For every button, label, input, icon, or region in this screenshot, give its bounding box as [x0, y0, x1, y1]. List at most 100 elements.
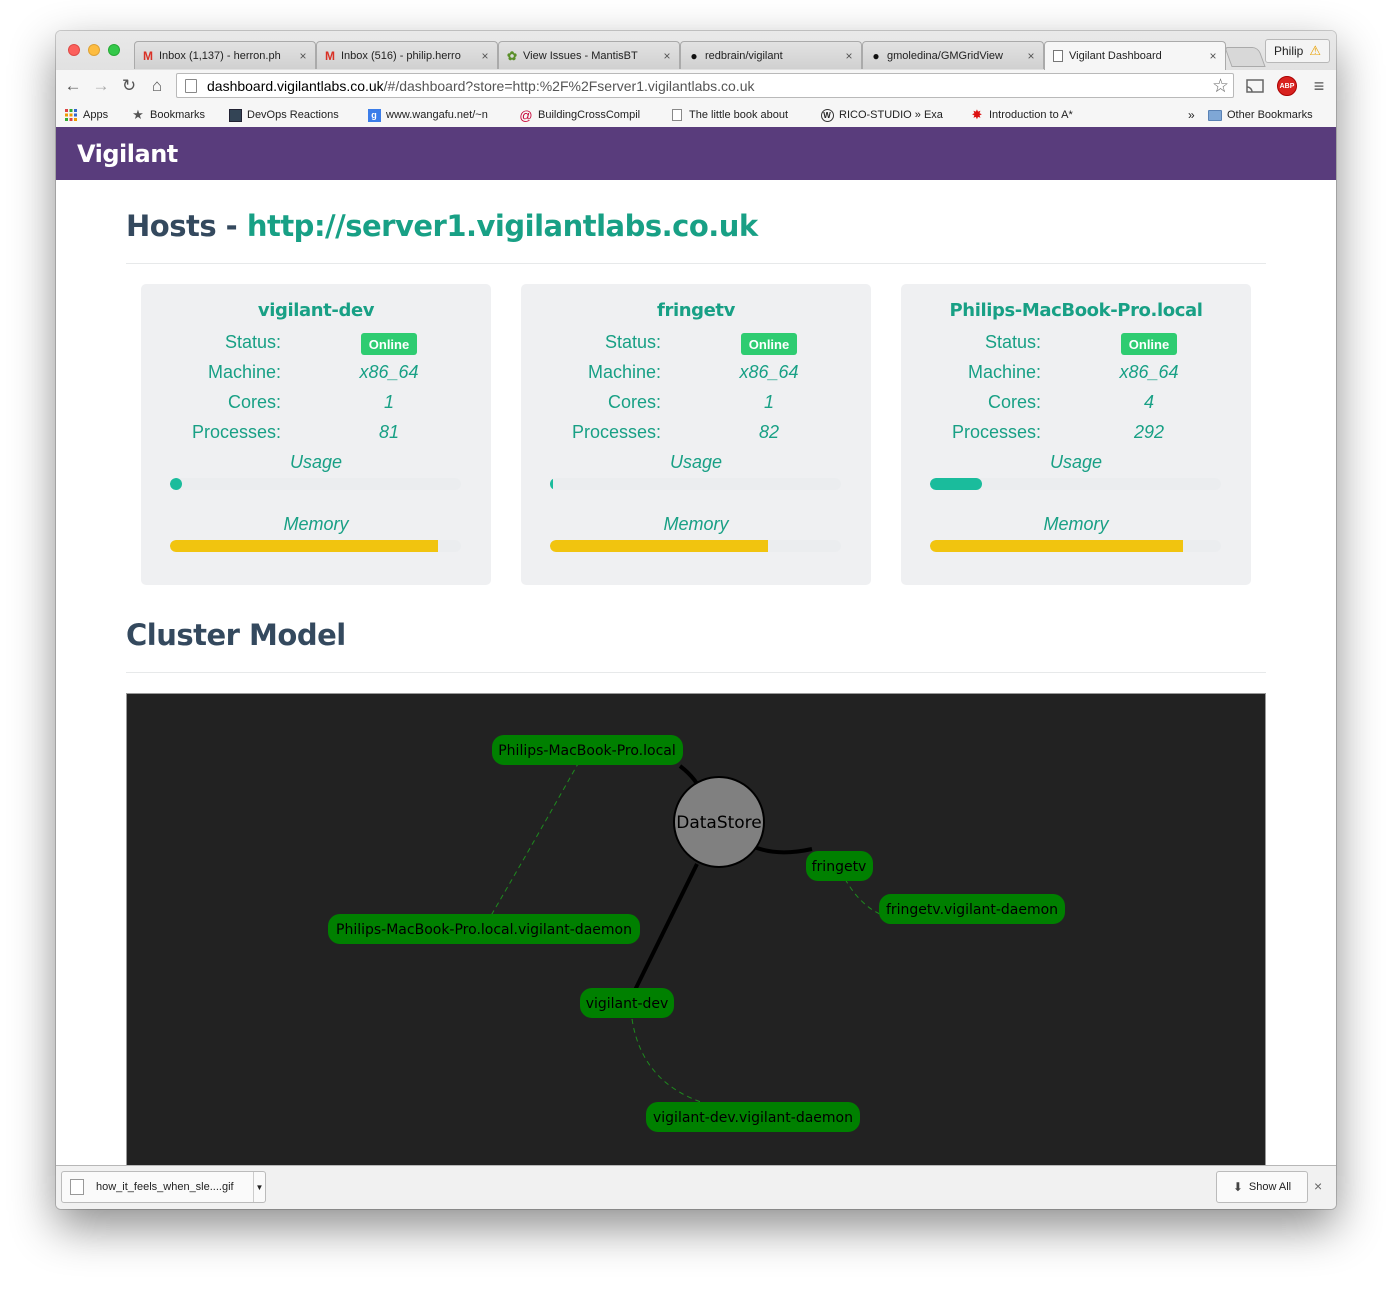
divider	[126, 672, 1266, 673]
site-icon	[228, 108, 242, 122]
show-all-downloads-button[interactable]: ⬇ Show All	[1216, 1171, 1308, 1203]
star-icon: ★	[132, 107, 144, 122]
download-item[interactable]: how_it_feels_when_sle....gif ▼	[61, 1171, 266, 1203]
host-name: Philips-MacBook-Pro.local	[949, 300, 1203, 321]
tab-close-icon[interactable]: ×	[1025, 49, 1037, 63]
tab-close-icon[interactable]: ×	[661, 49, 673, 63]
bookmark-intro-astar[interactable]: ✸ Introduction to A*	[970, 106, 1073, 124]
debian-icon: @	[519, 107, 533, 123]
bookmark-devops-reactions[interactable]: DevOps Reactions	[228, 106, 339, 124]
cast-icon[interactable]	[1244, 75, 1266, 97]
browser-window: M Inbox (1,137) - herron.ph × M Inbox (5…	[56, 31, 1336, 1209]
wordpress-icon: W	[820, 108, 834, 122]
bookmark-bookmarks[interactable]: ★ Bookmarks	[131, 106, 205, 124]
usage-bar	[550, 478, 841, 490]
usage-bar-fill	[550, 478, 553, 490]
bookmark-star-icon[interactable]: ☆	[1212, 75, 1229, 98]
minimize-window-button[interactable]	[88, 44, 100, 56]
gmail-icon: M	[143, 48, 153, 63]
page-content: Vigilant Hosts - http://server1.vigilant…	[56, 127, 1336, 1165]
browser-chrome: M Inbox (1,137) - herron.ph × M Inbox (5…	[56, 31, 1336, 127]
cluster-node-label: fringetv	[812, 859, 867, 875]
bookmark-wangafu[interactable]: g www.wangafu.net/~n	[367, 106, 507, 124]
machine-value: x86_64	[359, 362, 419, 382]
warning-icon: ⚠	[1309, 43, 1321, 58]
tab-vigilant-dashboard[interactable]: Vigilant Dashboard ×	[1044, 41, 1226, 70]
close-window-button[interactable]	[68, 44, 80, 56]
reload-icon[interactable]: ↻	[118, 75, 140, 97]
apps-grid-icon	[64, 108, 78, 122]
home-icon[interactable]: ⌂	[146, 75, 168, 97]
memory-bar	[550, 540, 841, 552]
new-tab-button[interactable]	[1224, 47, 1266, 67]
bookmarks-overflow-button[interactable]: »	[1188, 106, 1195, 124]
processes-value: 292	[1133, 422, 1165, 442]
datastore-label: DataStore	[676, 813, 762, 833]
adblock-icon[interactable]: ABP	[1276, 75, 1298, 97]
tab-close-icon[interactable]: ×	[843, 49, 855, 63]
cores-value: 1	[763, 392, 774, 412]
menu-icon[interactable]: ≡	[1308, 75, 1330, 97]
browser-toolbar: ← → ↻ ⌂ dashboard.vigilantlabs.co.uk/#/d…	[56, 70, 1336, 102]
page-info-icon	[185, 78, 197, 93]
page-icon	[670, 108, 684, 122]
bookmark-apps[interactable]: Apps	[64, 106, 108, 124]
machine-value: x86_64	[1119, 362, 1179, 382]
github-icon: ●	[872, 48, 880, 63]
tab-github-vigilant[interactable]: ● redbrain/vigilant ×	[680, 41, 862, 69]
status-badge: Online	[361, 333, 417, 355]
memory-bar-fill	[550, 540, 769, 552]
other-bookmarks-folder[interactable]: Other Bookmarks	[1208, 106, 1313, 124]
divider	[126, 263, 1266, 264]
url-text: dashboard.vigilantlabs.co.uk/#/dashboard…	[207, 77, 755, 94]
status-badge: Online	[1121, 333, 1177, 355]
bookmark-little-book[interactable]: The little book about	[670, 106, 805, 124]
cluster-node-label: Philips-MacBook-Pro.local	[498, 743, 676, 759]
tab-gmail-1[interactable]: M Inbox (1,137) - herron.ph ×	[134, 41, 316, 69]
forward-arrow-icon[interactable]: →	[90, 75, 112, 97]
profile-button[interactable]: Philip ⚠	[1264, 39, 1330, 63]
site-icon: ✸	[971, 107, 983, 122]
tab-mantis[interactable]: ✿ View Issues - MantisBT ×	[498, 41, 680, 69]
back-arrow-icon[interactable]: ←	[62, 75, 84, 97]
zoom-window-button[interactable]	[108, 44, 120, 56]
file-icon	[70, 1179, 84, 1195]
cores-value: 4	[1143, 392, 1154, 412]
usage-bar	[170, 478, 461, 490]
address-bar[interactable]: dashboard.vigilantlabs.co.uk/#/dashboard…	[176, 73, 1234, 98]
processes-value: 82	[758, 422, 780, 442]
cluster-graph[interactable]: DataStore Philips-MacBook-Pro.local frin…	[126, 693, 1266, 1165]
tab-close-icon[interactable]: ×	[479, 49, 491, 63]
tab-close-icon[interactable]: ×	[1207, 49, 1219, 63]
bookmarks-bar: Apps ★ Bookmarks DevOps Reactions g www.…	[56, 102, 1336, 127]
store-link[interactable]: http://server1.vigilantlabs.co.uk	[247, 209, 758, 243]
close-icon[interactable]: ×	[1314, 1178, 1322, 1194]
graph-link	[631, 1018, 708, 1105]
chevron-down-icon[interactable]: ▼	[253, 1172, 265, 1202]
memory-bar-fill	[170, 540, 438, 552]
app-navbar: Vigilant	[56, 127, 1336, 180]
folder-icon	[1208, 108, 1222, 122]
host-name: fringetv	[657, 300, 735, 321]
google-icon: g	[367, 108, 381, 122]
cluster-node-label: vigilant-dev.vigilant-daemon	[653, 1110, 853, 1126]
host-card: fringetv Status: Online Machine: x86_64 …	[521, 284, 871, 585]
bookmark-rico-studio[interactable]: W RICO-STUDIO » Exa	[820, 106, 958, 124]
tab-github-gmgridview[interactable]: ● gmoledina/GMGridView ×	[862, 41, 1044, 69]
machine-value: x86_64	[739, 362, 799, 382]
hosts-heading: Hosts - http://server1.vigilantlabs.co.u…	[126, 209, 758, 243]
usage-bar-fill	[170, 478, 182, 490]
tab-strip: M Inbox (1,137) - herron.ph × M Inbox (5…	[56, 31, 1336, 70]
host-name: vigilant-dev	[257, 300, 375, 321]
cluster-node-label: fringetv.vigilant-daemon	[886, 902, 1058, 918]
graph-link	[633, 863, 699, 991]
bookmark-buildingcrosscompiler[interactable]: @ BuildingCrossCompil	[519, 106, 659, 124]
memory-bar-fill	[930, 540, 1184, 552]
tab-close-icon[interactable]: ×	[297, 49, 309, 63]
tab-gmail-2[interactable]: M Inbox (516) - philip.herro ×	[316, 41, 498, 69]
brand-logo[interactable]: Vigilant	[77, 140, 178, 168]
download-shelf: how_it_feels_when_sle....gif ▼ ⬇ Show Al…	[56, 1165, 1336, 1209]
processes-value: 81	[378, 422, 400, 442]
cluster-node-label: Philips-MacBook-Pro.local.vigilant-daemo…	[336, 922, 632, 938]
github-icon: ●	[690, 48, 698, 63]
